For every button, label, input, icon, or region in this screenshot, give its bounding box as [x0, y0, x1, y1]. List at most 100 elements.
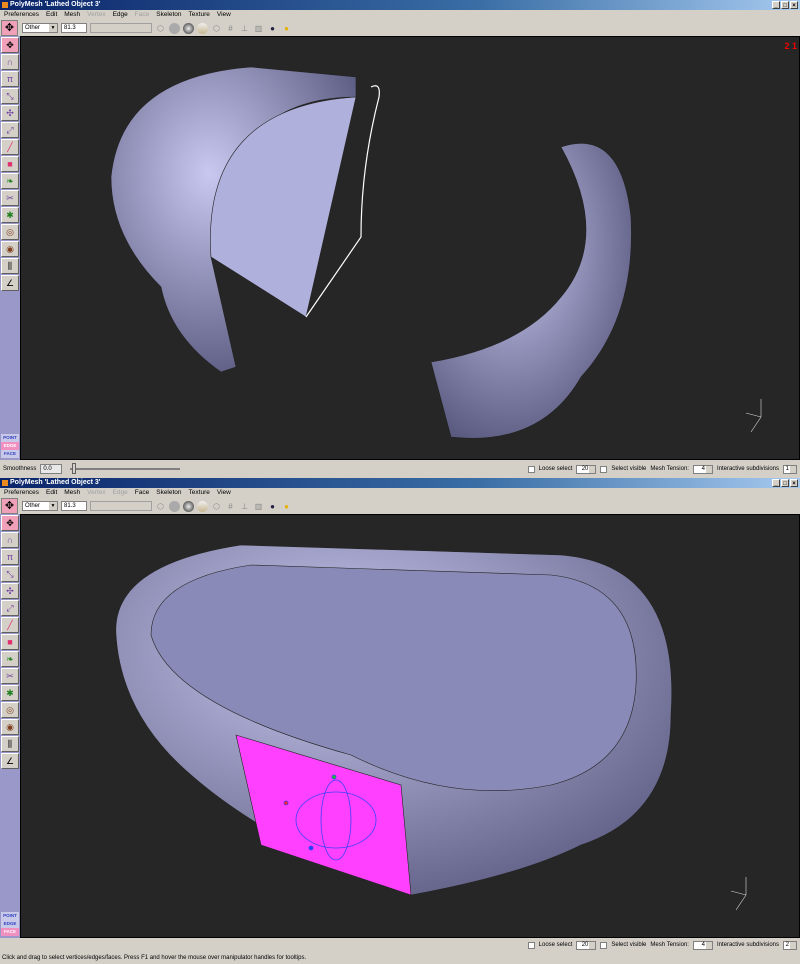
viewport-1[interactable]: 2 1	[20, 36, 800, 460]
loose-select-checkbox[interactable]	[527, 465, 535, 473]
textured-icon[interactable]	[197, 500, 208, 512]
wireframe-icon[interactable]: ⬡	[155, 23, 166, 34]
menu-edit[interactable]: Edit	[46, 488, 57, 498]
menu-view[interactable]: View	[217, 488, 231, 498]
perspective-icon[interactable]: ▥	[253, 23, 264, 34]
move-tool-icon[interactable]: ✥	[1, 20, 18, 36]
face-mode-button[interactable]: FACE	[1, 928, 19, 936]
knife-icon[interactable]: ✂	[1, 190, 19, 206]
ruler-icon[interactable]: ⫼	[1, 736, 19, 752]
grid-icon[interactable]: #	[225, 23, 236, 34]
move-tool-icon[interactable]: ✥	[1, 515, 19, 531]
flat-shade-icon[interactable]	[169, 22, 180, 34]
menu-preferences[interactable]: Preferences	[4, 10, 39, 20]
smooth-shade-icon[interactable]	[183, 500, 194, 512]
close-button[interactable]: ×	[790, 1, 798, 9]
menu-preferences[interactable]: Preferences	[4, 488, 39, 498]
wireframe-icon[interactable]: ⬡	[155, 501, 166, 512]
maximize-button[interactable]: □	[781, 1, 789, 9]
bevel-icon[interactable]: ╱	[1, 139, 19, 155]
extrude-region-icon[interactable]: π	[1, 71, 19, 87]
skeleton-icon[interactable]: ✱	[1, 207, 19, 223]
mesh-tension-spinner[interactable]: 4	[692, 464, 713, 474]
menu-texture[interactable]: Texture	[189, 10, 210, 20]
flat-shade-icon[interactable]	[169, 500, 180, 512]
move-tool-icon[interactable]: ✥	[1, 37, 19, 53]
scale-icon[interactable]: ⤡	[1, 88, 19, 104]
texture-rotate-icon[interactable]: ◉	[1, 241, 19, 257]
skew-icon[interactable]: ⤢	[1, 122, 19, 138]
smoothness-slider[interactable]	[70, 463, 181, 474]
bend-icon[interactable]: ❧	[1, 173, 19, 189]
smooth-shade-icon[interactable]	[183, 22, 194, 34]
zoom-input[interactable]: 81.3	[61, 23, 87, 33]
perspective-icon[interactable]: ▥	[253, 501, 264, 512]
angle-icon[interactable]: ∠	[1, 753, 19, 769]
skeleton-icon[interactable]: ✱	[1, 685, 19, 701]
toolbar: ✥ Other ▼ 81.3 ⬡ ⬡ # ⊥ ▥ ● ●	[0, 20, 800, 36]
light-icon[interactable]: ●	[281, 23, 292, 34]
menu-edge[interactable]: Edge	[113, 10, 128, 20]
texture-move-icon[interactable]: ◎	[1, 702, 19, 718]
mesh-tension-spinner[interactable]: 4	[692, 940, 713, 950]
loose-select-spinner[interactable]: 20	[576, 940, 597, 950]
menu-mesh[interactable]: Mesh	[64, 488, 80, 498]
ruler-icon[interactable]: ⫼	[1, 258, 19, 274]
menu-edit[interactable]: Edit	[46, 10, 57, 20]
zoom-input[interactable]: 81.3	[61, 501, 87, 511]
menu-skeleton[interactable]: Skeleton	[156, 10, 181, 20]
select-visible-checkbox[interactable]	[600, 465, 608, 473]
edge-mode-button[interactable]: EDGE	[1, 442, 19, 450]
camera-icon[interactable]: ●	[267, 501, 278, 512]
transparent-icon[interactable]: ⬡	[211, 501, 222, 512]
move-tool-icon[interactable]: ✥	[1, 498, 18, 514]
subdivisions-spinner[interactable]: 2	[783, 940, 797, 950]
taper-icon[interactable]: ■	[1, 634, 19, 650]
loose-select-spinner[interactable]: 20	[576, 464, 597, 474]
face-mode-button[interactable]: FACE	[1, 450, 19, 458]
half-tub-left	[110, 66, 357, 373]
texture-move-icon[interactable]: ◎	[1, 224, 19, 240]
knife-icon[interactable]: ✂	[1, 668, 19, 684]
extrude-icon[interactable]: ∩	[1, 54, 19, 70]
menu-skeleton[interactable]: Skeleton	[156, 488, 181, 498]
viewport-2[interactable]	[20, 514, 800, 938]
select-visible-checkbox[interactable]	[600, 941, 608, 949]
rotate-icon[interactable]: ✣	[1, 105, 19, 121]
axes-icon[interactable]: ⊥	[239, 23, 250, 34]
edge-mode-button[interactable]: EDGE	[1, 920, 19, 928]
textured-icon[interactable]	[197, 22, 208, 34]
camera-icon[interactable]: ●	[267, 23, 278, 34]
minimize-button[interactable]: _	[772, 479, 780, 487]
bevel-icon[interactable]: ╱	[1, 617, 19, 633]
subdivisions-spinner[interactable]: 1	[783, 464, 797, 474]
point-mode-button[interactable]: POINT	[1, 912, 19, 920]
light-icon[interactable]: ●	[281, 501, 292, 512]
menu-bar: Preferences Edit Mesh Vertex Edge Face S…	[0, 488, 800, 498]
extrude-icon[interactable]: ∩	[1, 532, 19, 548]
skew-icon[interactable]: ⤢	[1, 600, 19, 616]
taper-icon[interactable]: ■	[1, 156, 19, 172]
menu-texture[interactable]: Texture	[189, 488, 210, 498]
transparent-icon[interactable]: ⬡	[211, 23, 222, 34]
view-select[interactable]: Other ▼	[22, 501, 58, 511]
menu-mesh[interactable]: Mesh	[64, 10, 80, 20]
angle-icon[interactable]: ∠	[1, 275, 19, 291]
menu-face[interactable]: Face	[135, 488, 149, 498]
extrude-region-icon[interactable]: π	[1, 549, 19, 565]
rotate-icon[interactable]: ✣	[1, 583, 19, 599]
view-select[interactable]: Other ▼	[22, 23, 58, 33]
menu-view[interactable]: View	[217, 10, 231, 20]
maximize-button[interactable]: □	[781, 479, 789, 487]
scale-icon[interactable]: ⤡	[1, 566, 19, 582]
axes-icon[interactable]: ⊥	[239, 501, 250, 512]
texture-rotate-icon[interactable]: ◉	[1, 719, 19, 735]
grid-icon[interactable]: #	[225, 501, 236, 512]
smoothness-input[interactable]: 0.0	[40, 464, 63, 474]
loose-select-checkbox[interactable]	[527, 941, 535, 949]
title-bar: PolyMesh 'Lathed Object 3' _ □ ×	[0, 0, 800, 10]
minimize-button[interactable]: _	[772, 1, 780, 9]
bend-icon[interactable]: ❧	[1, 651, 19, 667]
close-button[interactable]: ×	[790, 479, 798, 487]
point-mode-button[interactable]: POINT	[1, 434, 19, 442]
